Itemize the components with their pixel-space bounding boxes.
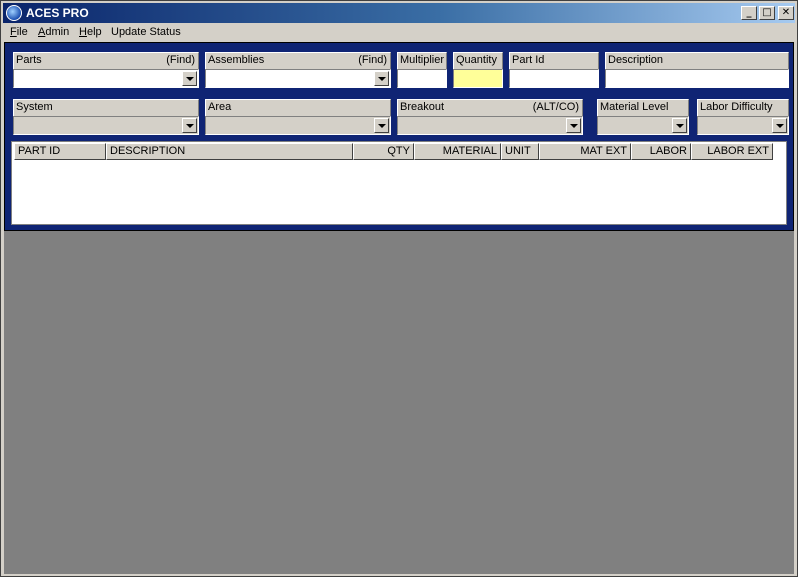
- main-window: ACES PRO _ □ ✕ File Admin Help Update St…: [0, 0, 798, 577]
- labor-difficulty-dropdown-icon[interactable]: [772, 118, 787, 133]
- material-level-label: Material Level: [597, 99, 689, 117]
- grid-header: PART ID DESCRIPTION QTY MATERIAL UNIT MA…: [14, 143, 784, 160]
- description-input[interactable]: [605, 69, 789, 88]
- app-logo-icon[interactable]: [6, 5, 22, 21]
- column-header-description[interactable]: DESCRIPTION: [106, 143, 353, 160]
- part-id-label: Part Id: [509, 52, 599, 70]
- system-dropdown-icon[interactable]: [182, 118, 197, 133]
- parts-label-text: Parts: [16, 54, 42, 66]
- close-button[interactable]: ✕: [778, 6, 794, 20]
- parts-grid[interactable]: PART ID DESCRIPTION QTY MATERIAL UNIT MA…: [11, 141, 787, 225]
- title-bar[interactable]: ACES PRO _ □ ✕: [3, 3, 795, 23]
- menu-file-mnemonic: F: [10, 26, 17, 38]
- parts-dropdown-icon[interactable]: [182, 71, 197, 86]
- area-dropdown-icon[interactable]: [374, 118, 389, 133]
- assemblies-label: Assemblies (Find): [205, 52, 391, 70]
- menu-help[interactable]: Help: [79, 26, 102, 38]
- multiplier-input[interactable]: [397, 69, 447, 88]
- column-header-mat-ext[interactable]: MAT EXT: [539, 143, 631, 160]
- multiplier-label: Multiplier: [397, 52, 447, 70]
- menu-file[interactable]: File: [10, 26, 28, 38]
- minimize-button[interactable]: _: [741, 6, 757, 20]
- quantity-input[interactable]: [453, 69, 503, 88]
- menu-file-rest: ile: [16, 26, 28, 38]
- material-level-combo[interactable]: [597, 116, 689, 135]
- menu-bar: File Admin Help Update Status: [3, 24, 795, 42]
- assemblies-label-text: Assemblies: [208, 54, 265, 66]
- menu-admin[interactable]: Admin: [38, 26, 69, 38]
- assemblies-dropdown-icon[interactable]: [374, 71, 389, 86]
- column-header-unit[interactable]: UNIT: [501, 143, 539, 160]
- parts-find-link[interactable]: (Find): [166, 54, 195, 66]
- breakout-hint: (ALT/CO): [532, 101, 579, 113]
- labor-difficulty-combo[interactable]: [697, 116, 789, 135]
- breakout-label-text: Breakout: [400, 101, 445, 113]
- quantity-label: Quantity: [453, 52, 503, 70]
- menu-update-status[interactable]: Update Status: [111, 26, 181, 38]
- menu-help-rest: elp: [86, 26, 102, 38]
- breakout-combo[interactable]: [397, 116, 583, 135]
- description-label: Description: [605, 52, 789, 70]
- material-level-dropdown-icon[interactable]: [672, 118, 687, 133]
- parts-combo[interactable]: [13, 69, 199, 88]
- part-id-input[interactable]: [509, 69, 599, 88]
- labor-difficulty-label: Labor Difficulty: [697, 99, 789, 117]
- system-label: System: [13, 99, 199, 117]
- parts-label: Parts (Find): [13, 52, 199, 70]
- column-header-qty[interactable]: QTY: [353, 143, 414, 160]
- window-title: ACES PRO: [26, 6, 89, 20]
- maximize-button[interactable]: □: [759, 6, 775, 20]
- assemblies-find-link[interactable]: (Find): [358, 54, 387, 66]
- column-header-part-id[interactable]: PART ID: [14, 143, 106, 160]
- menu-admin-rest: dmin: [45, 26, 70, 38]
- breakout-dropdown-icon[interactable]: [566, 118, 581, 133]
- menu-help-mnemonic: H: [79, 26, 87, 38]
- assemblies-combo[interactable]: [205, 69, 391, 88]
- mdi-workspace: [4, 231, 794, 574]
- column-header-material[interactable]: MATERIAL: [414, 143, 501, 160]
- column-header-labor[interactable]: LABOR: [631, 143, 691, 160]
- column-header-labor-ext[interactable]: LABOR EXT: [691, 143, 773, 160]
- area-label: Area: [205, 99, 391, 117]
- breakout-label: Breakout (ALT/CO): [397, 99, 583, 117]
- area-combo[interactable]: [205, 116, 391, 135]
- system-combo[interactable]: [13, 116, 199, 135]
